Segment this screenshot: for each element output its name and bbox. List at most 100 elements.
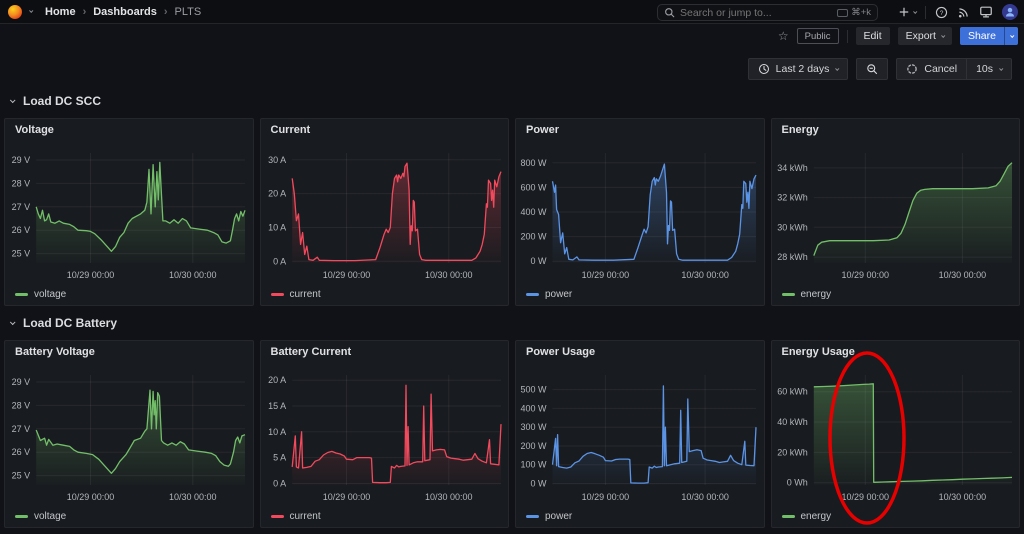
battery-voltage-chart[interactable]: 29 V28 V27 V26 V25 V10/29 00:0010/30 00:… (5, 365, 253, 511)
panel-energy: Energy 34 kWh32 kWh30 kWh28 kWh10/29 00:… (771, 118, 1021, 306)
svg-text:200 W: 200 W (520, 232, 547, 242)
svg-text:10/30 00:00: 10/30 00:00 (169, 492, 217, 502)
legend-item-power[interactable]: power (526, 511, 572, 522)
keyboard-icon (837, 9, 848, 17)
svg-text:26 V: 26 V (12, 447, 31, 457)
legend-item-power[interactable]: power (526, 289, 572, 300)
time-range-picker[interactable]: Last 2 days (748, 58, 849, 80)
panel-title[interactable]: Energy Usage (782, 346, 855, 358)
breadcrumb-dashboards[interactable]: Dashboards (93, 6, 157, 18)
svg-text:10/29 00:00: 10/29 00:00 (67, 270, 115, 280)
news-button[interactable] (957, 6, 970, 19)
collapse-chevron-icon (10, 319, 16, 325)
breadcrumb-current-dashboard[interactable]: PLTS (174, 6, 201, 18)
svg-text:20 A: 20 A (268, 189, 286, 199)
refresh-group: Cancel 10s (896, 58, 1012, 80)
svg-text:20 kWh: 20 kWh (777, 447, 808, 457)
battery-current-chart[interactable]: 20 A15 A10 A5 A0 A10/29 00:0010/30 00:00 (261, 365, 509, 511)
panel-current: Current 30 A20 A10 A0 A10/29 00:0010/30 … (260, 118, 510, 306)
panel-title[interactable]: Energy (782, 124, 819, 136)
search-field[interactable] (680, 7, 832, 19)
legend-marker (271, 515, 284, 518)
svg-text:400 W: 400 W (520, 207, 547, 217)
section-header-load-dc-scc[interactable]: Load DC SCC (10, 94, 101, 108)
svg-text:27 V: 27 V (12, 424, 31, 434)
energy-chart[interactable]: 34 kWh32 kWh30 kWh28 kWh10/29 00:0010/30… (772, 143, 1020, 289)
search-icon (664, 7, 675, 18)
panel-power: Power 800 W600 W400 W200 W0 W10/29 00:00… (515, 118, 765, 306)
panel-title[interactable]: Voltage (15, 124, 54, 136)
star-dashboard-button[interactable]: ☆ (778, 27, 789, 45)
panel-title[interactable]: Battery Current (271, 346, 352, 358)
panel-row-scc: Voltage 29 V28 V27 V26 V25 V10/29 00:001… (4, 118, 1020, 306)
svg-text:28 kWh: 28 kWh (777, 252, 808, 262)
legend-item-voltage[interactable]: voltage (15, 289, 66, 300)
svg-text:10/30 00:00: 10/30 00:00 (681, 492, 729, 502)
chevron-down-icon (913, 9, 917, 13)
user-avatar[interactable] (1002, 4, 1018, 20)
collapse-chevron-icon (10, 97, 16, 103)
legend-item-voltage[interactable]: voltage (15, 511, 66, 522)
svg-text:500 W: 500 W (520, 385, 547, 395)
svg-text:0 A: 0 A (273, 479, 286, 489)
panel-title[interactable]: Power Usage (526, 346, 595, 358)
dashboard-toolbar: ☆ Public Edit Export Share (778, 27, 1018, 45)
help-circle-icon: ? (935, 6, 948, 19)
toolbar-divider (847, 30, 848, 43)
breadcrumb-separator: › (164, 6, 168, 18)
zoom-out-button[interactable] (856, 58, 888, 80)
svg-text:10/30 00:00: 10/30 00:00 (169, 270, 217, 280)
panel-energy-usage: Energy Usage 60 kWh40 kWh20 kWh0 Wh10/29… (771, 340, 1021, 528)
search-input[interactable]: ⌘+k (657, 4, 878, 21)
current-chart[interactable]: 30 A20 A10 A0 A10/29 00:0010/30 00:00 (261, 143, 509, 289)
energy-usage-chart[interactable]: 60 kWh40 kWh20 kWh0 Wh10/29 00:0010/30 0… (772, 365, 1020, 511)
panel-title[interactable]: Battery Voltage (15, 346, 95, 358)
legend-item-current[interactable]: current (271, 511, 321, 522)
legend-item-current[interactable]: current (271, 289, 321, 300)
chevron-down-icon (1010, 33, 1014, 37)
cancel-refresh-button[interactable]: Cancel (897, 59, 966, 79)
svg-text:0 A: 0 A (273, 256, 286, 266)
power-usage-chart[interactable]: 500 W400 W300 W200 W100 W0 W10/29 00:001… (516, 365, 764, 511)
legend-marker (15, 515, 28, 518)
svg-text:28 V: 28 V (12, 400, 31, 410)
edit-button[interactable]: Edit (856, 27, 890, 45)
svg-text:30 kWh: 30 kWh (777, 222, 808, 232)
svg-text:?: ? (940, 9, 944, 16)
add-new-button[interactable] (898, 6, 916, 18)
power-chart[interactable]: 800 W600 W400 W200 W0 W10/29 00:0010/30 … (516, 143, 764, 289)
voltage-chart[interactable]: 29 V28 V27 V26 V25 V10/29 00:0010/30 00:… (5, 143, 253, 289)
help-button[interactable]: ? (935, 6, 948, 19)
svg-text:400 W: 400 W (520, 403, 547, 413)
share-menu-button[interactable] (1004, 27, 1018, 45)
svg-text:25 V: 25 V (12, 249, 31, 259)
svg-text:10/29 00:00: 10/29 00:00 (841, 492, 889, 502)
section-header-load-dc-battery[interactable]: Load DC Battery (10, 316, 117, 330)
plus-icon (898, 6, 910, 18)
grafana-logo-icon[interactable] (8, 5, 22, 19)
svg-text:200 W: 200 W (520, 441, 547, 451)
kiosk-mode-button[interactable] (979, 5, 993, 19)
clock-icon (758, 63, 770, 75)
legend-marker (526, 515, 539, 518)
svg-text:10/30 00:00: 10/30 00:00 (938, 270, 986, 280)
svg-text:32 kWh: 32 kWh (777, 193, 808, 203)
legend-item-energy[interactable]: energy (782, 289, 832, 300)
legend-marker (526, 293, 539, 296)
org-switcher-chevron-icon[interactable] (29, 9, 33, 13)
share-button[interactable]: Share (960, 27, 1004, 45)
refresh-interval-picker[interactable]: 10s (966, 59, 1011, 79)
chevron-down-icon (999, 66, 1003, 70)
svg-text:10/30 00:00: 10/30 00:00 (681, 270, 729, 280)
svg-text:100 W: 100 W (520, 460, 547, 470)
legend-item-energy[interactable]: energy (782, 511, 832, 522)
svg-text:15 A: 15 A (268, 401, 286, 411)
breadcrumb-home[interactable]: Home (45, 6, 76, 18)
export-button[interactable]: Export (898, 27, 952, 45)
monitor-icon (979, 5, 993, 19)
svg-text:800 W: 800 W (520, 158, 547, 168)
panel-title[interactable]: Power (526, 124, 559, 136)
svg-text:25 V: 25 V (12, 471, 31, 481)
section-title: Load DC SCC (23, 94, 101, 108)
panel-title[interactable]: Current (271, 124, 311, 136)
